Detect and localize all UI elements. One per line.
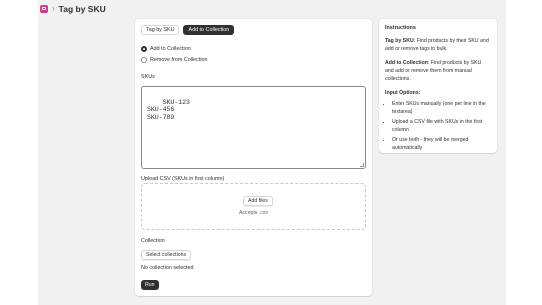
radio-add-label: Add to Collection (150, 46, 191, 52)
instructions-input-heading: Input Options: (385, 90, 421, 96)
list-item: Enter SKUs manually (one per line in the… (392, 100, 491, 116)
add-files-button[interactable]: Add files (243, 196, 273, 206)
mode-tabs: Tag by SKU Add to Collection (141, 25, 235, 35)
instructions-collection-heading: Add to Collection (385, 60, 428, 66)
tab-add-to-collection[interactable]: Add to Collection (183, 25, 235, 35)
collection-status: No collection selected (141, 265, 194, 271)
radio-unchecked-icon[interactable] (141, 57, 147, 63)
resize-grip-icon[interactable] (360, 163, 364, 167)
instructions-tag-paragraph: Tag by SKU: Find products by their SKU a… (385, 37, 491, 53)
app-logo-icon[interactable] (40, 4, 48, 13)
skus-textarea-value: SKU-123 SKU-456 SKU-789 (147, 98, 190, 121)
list-item: Upload a CSV file with SKUs in the first… (392, 118, 491, 134)
instructions-title: Instructions (385, 25, 416, 31)
radio-remove-from-collection[interactable]: Remove from Collection (141, 57, 208, 63)
csv-dropzone[interactable]: Add files Accepts .csv (141, 183, 366, 230)
run-button[interactable]: Run (141, 280, 159, 290)
instructions-tag-heading: Tag by SKU (385, 38, 414, 44)
accepts-hint: Accepts .csv (238, 210, 269, 216)
upload-csv-label: Upload CSV (SKUs in first column) (141, 176, 225, 182)
main-card: Tag by SKU Add to Collection Add to Coll… (135, 19, 372, 296)
select-collections-button[interactable]: Select collections (141, 250, 192, 260)
collection-label: Collection (141, 238, 165, 244)
instructions-collection-paragraph: Add to Collection: Find products by SKU … (385, 59, 491, 83)
instructions-input-list: Enter SKUs manually (one per line in the… (385, 100, 491, 152)
skus-textarea[interactable]: SKU-123 SKU-456 SKU-789 (141, 86, 366, 169)
radio-add-to-collection[interactable]: Add to Collection (141, 46, 191, 52)
page-title: Tag by SKU (58, 3, 106, 14)
radio-checked-icon[interactable] (141, 46, 147, 52)
breadcrumb-separator-icon: › (52, 4, 55, 13)
tab-tag-by-sku[interactable]: Tag by SKU (141, 25, 180, 35)
top-bar: › Tag by SKU (38, 0, 506, 17)
skus-label: SKUs (141, 74, 155, 80)
instructions-card: Instructions Tag by SKU: Find products b… (379, 19, 497, 153)
list-item: Or use both - they will be merged automa… (392, 136, 491, 152)
radio-remove-label: Remove from Collection (150, 57, 208, 63)
